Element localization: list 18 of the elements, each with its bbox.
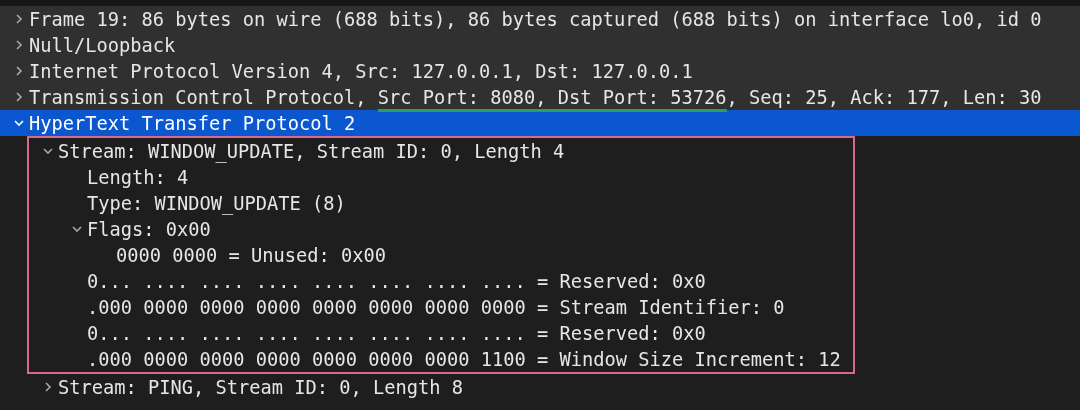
- tree-row[interactable]: Transmission Control Protocol, Src Port: 8080, Dst Port: 53726, Seq: 25, Ack: 177, Len: 30: [0, 84, 1080, 110]
- chevron-icon[interactable]: [70, 223, 83, 235]
- tree-row[interactable]: Internet Protocol Version 4, Src: 127.0.0.1, Dst: 127.0.0.1: [0, 58, 1080, 84]
- tree-row[interactable]: 0... .... .... .... .... .... .... .... = Reserved: 0x0: [29, 320, 841, 346]
- chevron-icon[interactable]: [12, 117, 25, 129]
- chevron-icon[interactable]: [41, 145, 54, 157]
- tree-row[interactable]: Type: WINDOW_UPDATE (8): [29, 190, 841, 216]
- tree-row[interactable]: Null/Loopback: [0, 32, 1080, 58]
- tree-row[interactable]: HyperText Transfer Protocol 2: [0, 110, 1080, 136]
- tree-row[interactable]: Stream: PING, Stream ID: 0, Length 8: [0, 374, 1080, 400]
- tree-row[interactable]: 0... .... .... .... .... .... .... .... = Reserved: 0x0: [29, 268, 841, 294]
- tree-row[interactable]: .000 0000 0000 0000 0000 0000 0000 1100 = Window Size Increment: 12: [29, 346, 841, 372]
- tree-row[interactable]: 0000 0000 = Unused: 0x00: [29, 242, 841, 268]
- tree-row[interactable]: Frame 19: 86 bytes on wire (688 bits), 86 bytes captured (688 bits) on interface lo0, id 0: [0, 6, 1080, 32]
- tree-row[interactable]: .000 0000 0000 0000 0000 0000 0000 0000 = Stream Identifier: 0: [29, 294, 841, 320]
- tree-row[interactable]: Length: 4: [29, 164, 841, 190]
- tree-row[interactable]: Flags: 0x00: [29, 216, 841, 242]
- tree-row[interactable]: Stream: WINDOW_UPDATE, Stream ID: 0, Length 4: [29, 138, 841, 164]
